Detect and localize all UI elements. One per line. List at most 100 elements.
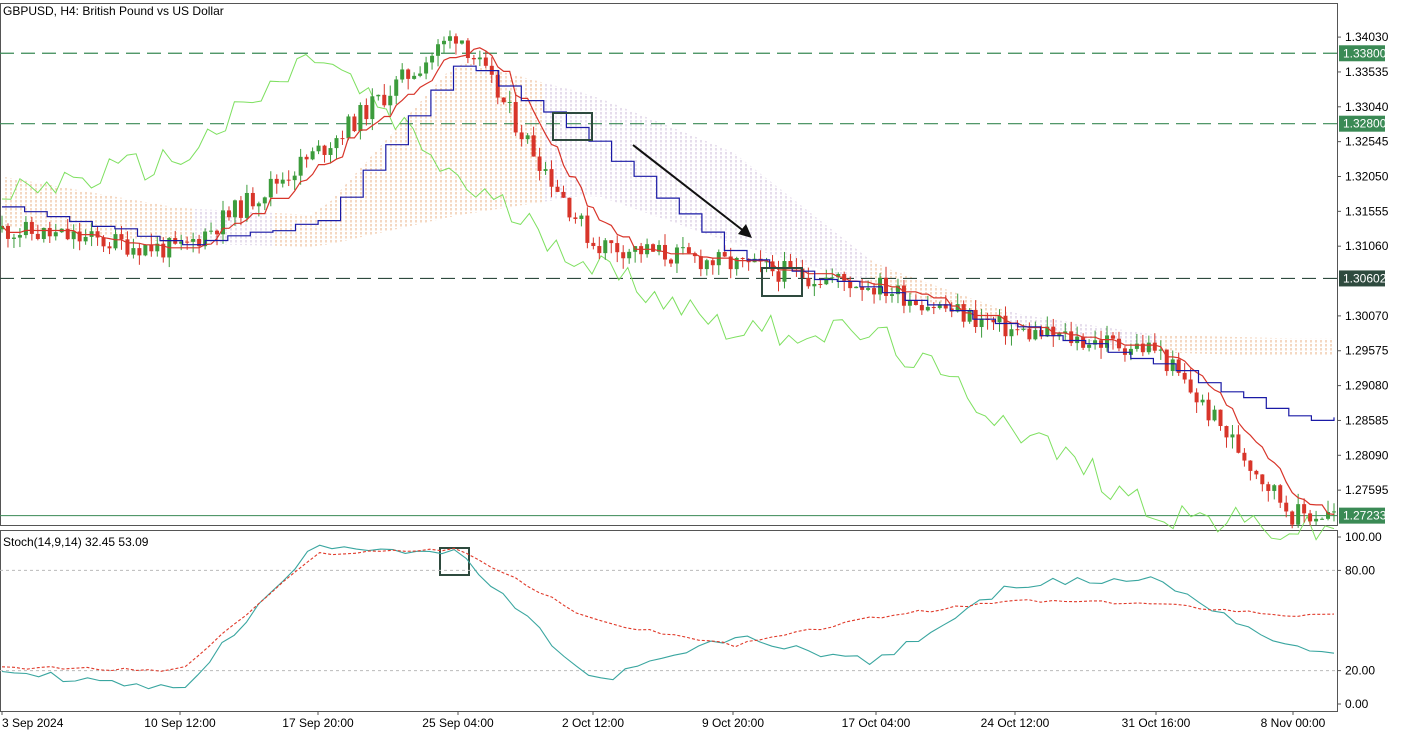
candle-body (513, 102, 518, 133)
time-tick-label: 25 Sep 04:00 (422, 716, 494, 730)
candle-body (334, 138, 339, 149)
candle-body (23, 221, 28, 236)
candle-body (280, 179, 285, 184)
stoch-main-line (1, 544, 1335, 690)
candle-body (244, 192, 249, 218)
candle-body (1296, 504, 1301, 525)
candle-body (83, 236, 88, 242)
candle-body (191, 238, 196, 242)
stoch-tick-label: 80.00 (1345, 563, 1375, 577)
level-label: 1.32800 (1343, 117, 1387, 131)
price-tick-label: 1.34030 (1345, 30, 1389, 44)
candle-body (101, 237, 106, 247)
candle-body (567, 197, 572, 218)
candle-body (1254, 470, 1259, 475)
candle-body (889, 294, 894, 296)
stoch-axis: 100.00 80.00 20.00 0.00 (1337, 530, 1382, 711)
stochastic-lines (0, 544, 1337, 690)
candle-body (107, 246, 112, 249)
candle-body (1188, 379, 1193, 393)
candle-body (1194, 392, 1199, 403)
stoch-tick-label: 0.00 (1345, 697, 1369, 711)
candle-body (346, 116, 351, 139)
candle-body (597, 246, 602, 254)
candle-body (818, 283, 823, 285)
candle-body (686, 247, 691, 254)
candle-body (453, 36, 458, 44)
candle-body (29, 221, 34, 234)
candle-body (316, 145, 321, 152)
stoch-signal-line (1, 547, 1335, 672)
candle-body (442, 40, 447, 45)
candle-body (1027, 328, 1032, 340)
price-tick-label: 1.33535 (1345, 65, 1389, 79)
price-tick-label: 1.32050 (1345, 169, 1389, 183)
candle-body (268, 178, 273, 198)
candle-body (11, 237, 16, 239)
tenkan-sen (1, 47, 1335, 515)
candle-body (507, 102, 512, 104)
main-pane-frame (0, 3, 1338, 526)
price-axis: 1.33800 1.32800 1.30602 1.27233 1.34030 1.335… (1337, 30, 1389, 524)
candle-body (710, 260, 715, 266)
candle-body (352, 116, 357, 132)
candle-body (71, 231, 76, 240)
stoch-tick-label: 100.00 (1345, 530, 1382, 544)
candle-body (424, 62, 429, 74)
candle-body (925, 306, 930, 311)
candle-body (310, 151, 315, 160)
price-tick-label: 1.27595 (1345, 483, 1389, 497)
candle-body (447, 36, 452, 41)
candle-body (1302, 504, 1307, 514)
candle-body (1152, 342, 1157, 351)
candle-body (388, 95, 393, 106)
candle-body (1033, 330, 1038, 340)
highlight-box-3 (439, 547, 470, 576)
horizontal-levels (0, 52, 1337, 517)
candle-body (328, 148, 333, 155)
candle-body (812, 283, 817, 287)
candle-body (1314, 518, 1319, 522)
candle-body (740, 258, 745, 260)
price-tick-label: 1.31555 (1345, 204, 1389, 218)
candle-body (1087, 344, 1092, 348)
candle-body (1248, 460, 1253, 471)
candle-body (418, 73, 423, 76)
candle-body (555, 186, 560, 192)
time-tick-label: 17 Oct 04:00 (842, 716, 911, 730)
candle-body (1272, 485, 1277, 491)
candle-body (340, 138, 345, 140)
candle-body (549, 169, 554, 187)
candle-body (238, 200, 243, 218)
candle-body (1170, 359, 1175, 372)
candle-body (286, 179, 291, 181)
candle-body (579, 215, 584, 219)
candle-body (41, 227, 46, 240)
candle-body (931, 306, 936, 309)
candle-body (704, 260, 709, 270)
candle-body (430, 55, 435, 63)
candlesticks (0, 30, 1336, 529)
chart-canvas[interactable]: 1.33800 1.32800 1.30602 1.27233 1.34030 1.335… (0, 0, 1415, 736)
candle-body (364, 105, 369, 120)
candle-body (131, 248, 136, 255)
candle-body (436, 44, 441, 56)
candle-body (1278, 485, 1283, 503)
candle-body (137, 248, 142, 256)
candle-body (621, 252, 626, 259)
candle-body (1284, 502, 1289, 512)
candle-body (53, 232, 58, 237)
candle-body (830, 277, 835, 279)
candle-body (1290, 511, 1295, 525)
candle-body (1015, 329, 1020, 331)
candle-body (471, 57, 476, 60)
candle-body (603, 240, 608, 254)
time-tick-label: 8 Nov 00:00 (1261, 716, 1326, 730)
candle-body (250, 192, 255, 207)
candle-body (232, 200, 237, 218)
candle-body (1308, 513, 1313, 522)
candle-body (477, 57, 482, 60)
candle-body (1069, 331, 1074, 344)
candle-body (824, 277, 829, 285)
candle-body (1122, 348, 1127, 355)
